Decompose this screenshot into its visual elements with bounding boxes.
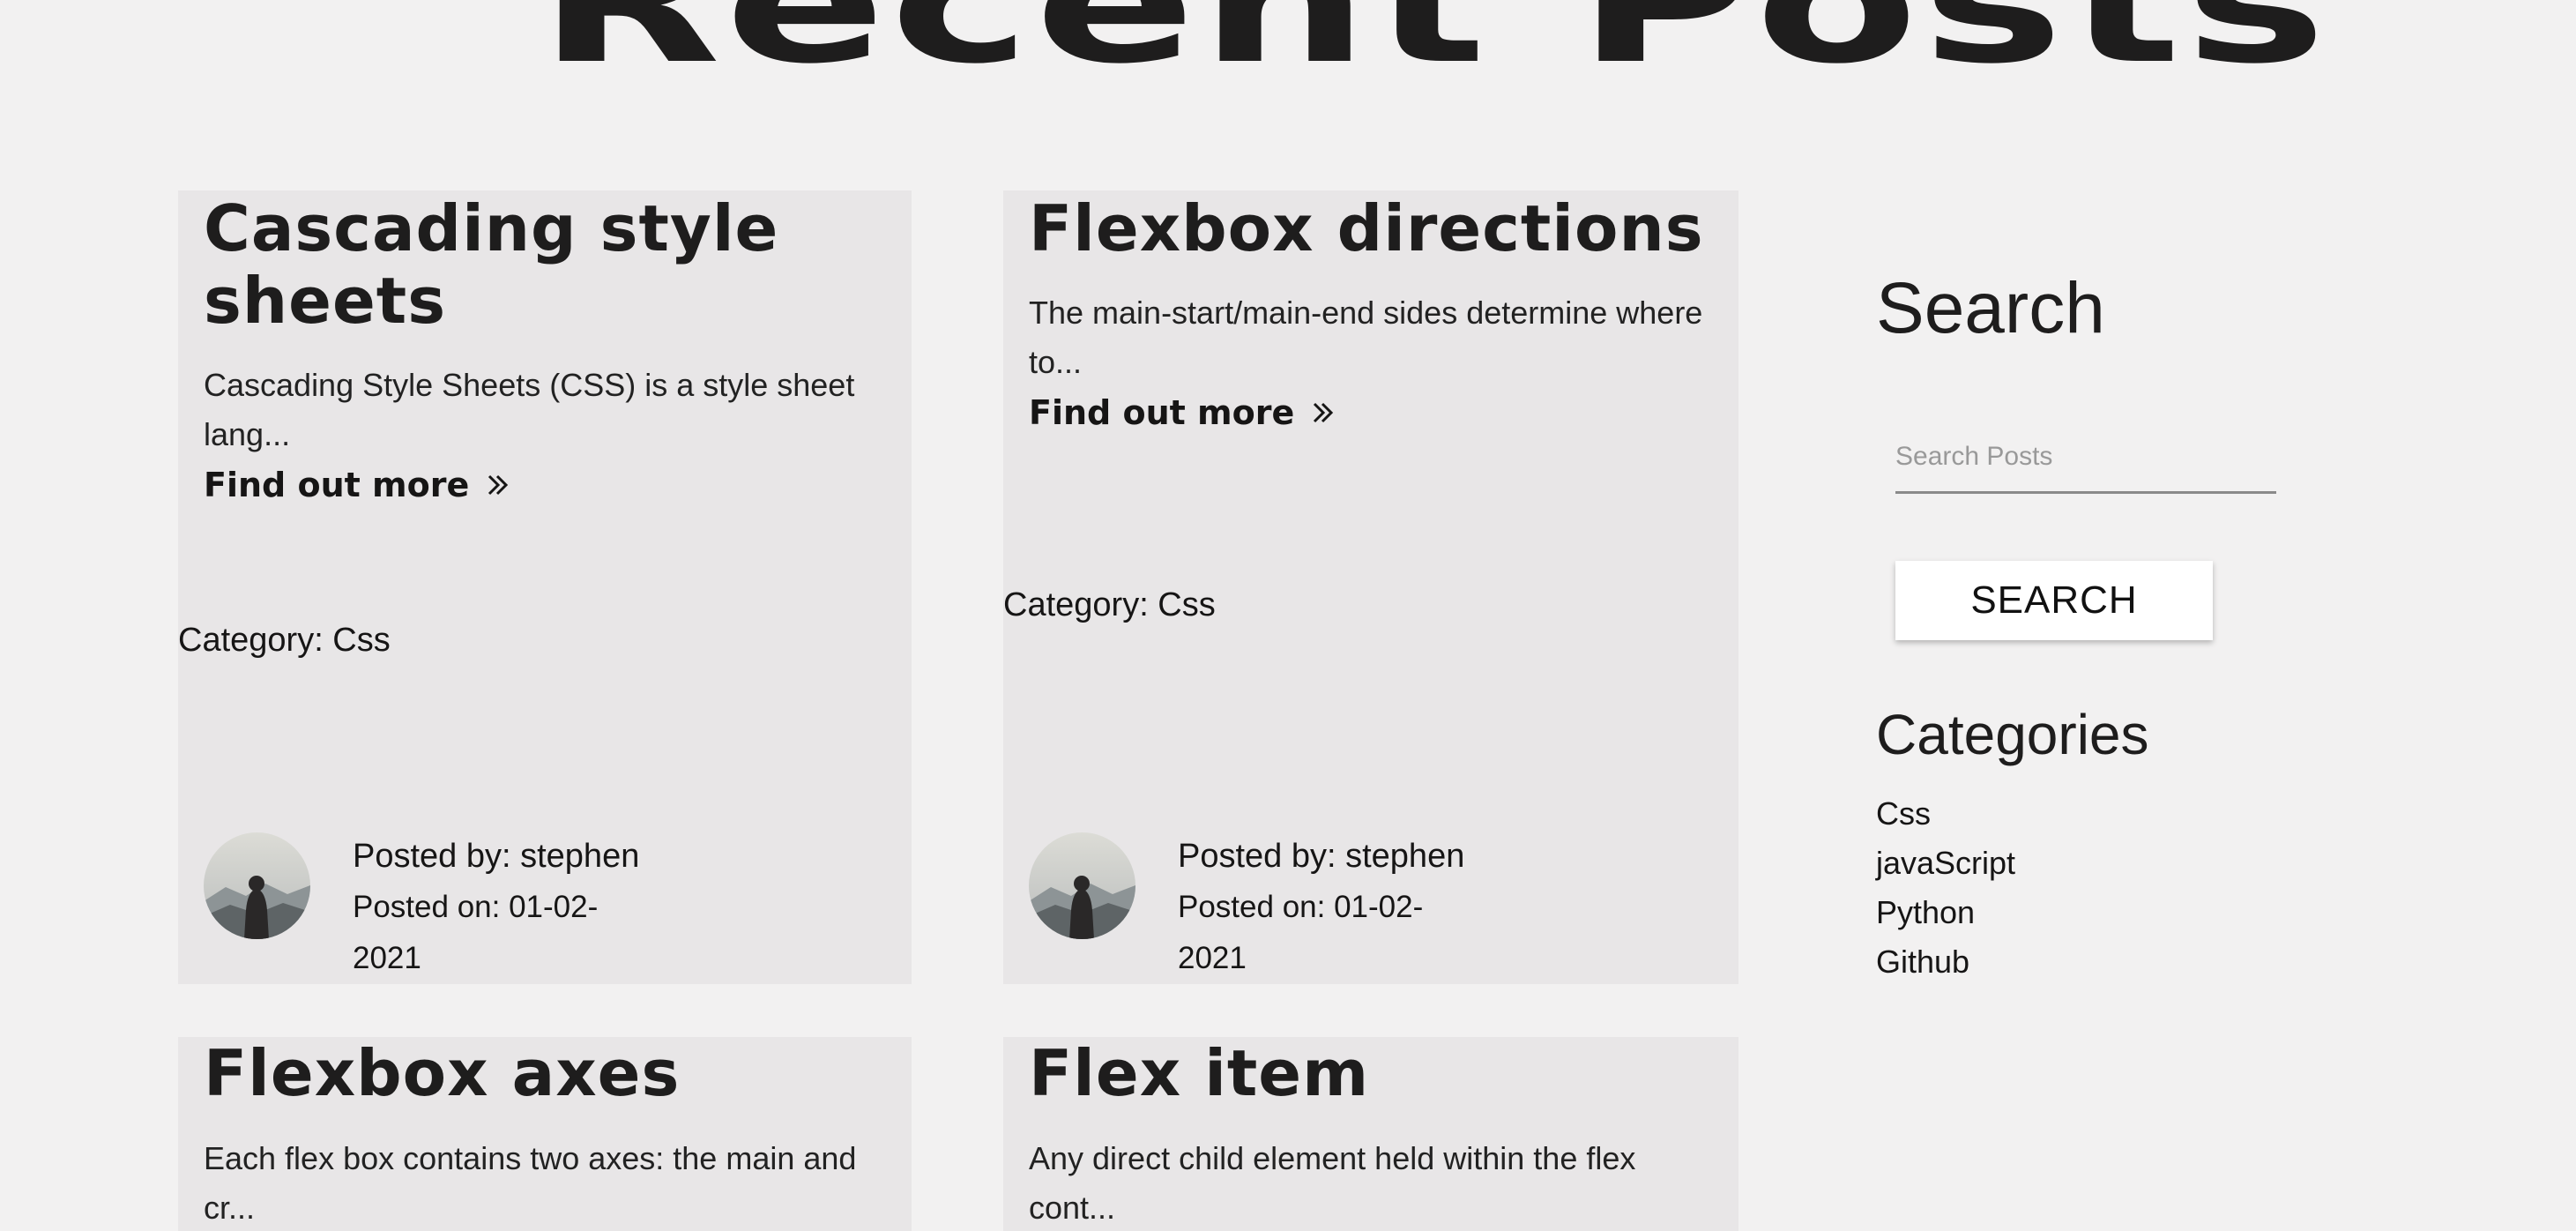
- category-item-python[interactable]: Python: [1876, 888, 2015, 937]
- find-out-more-link[interactable]: Find out more: [204, 460, 511, 510]
- search-heading: Search: [1876, 268, 2105, 348]
- posted-on: Posted on: 01-02-2021: [1178, 890, 1424, 975]
- post-excerpt: Cascading Style Sheets (CSS) is a style …: [204, 367, 855, 452]
- post-title[interactable]: Flexbox directions: [1029, 192, 1716, 265]
- hooded-figure-icon: [1029, 832, 1135, 939]
- find-out-more-label: Find out more: [204, 466, 470, 504]
- post-title[interactable]: Flex item: [1029, 1037, 1716, 1109]
- posted-by: Posted by: stephen: [353, 838, 640, 875]
- post-title[interactable]: Flexbox axes: [204, 1037, 891, 1109]
- posted-on: Posted on: 01-02-2021: [353, 890, 599, 975]
- search-input[interactable]: [1895, 422, 2276, 494]
- post-card: Cascading style sheets Cascading Style S…: [178, 190, 912, 984]
- find-out-more-label: Find out more: [1029, 393, 1295, 432]
- post-card: Flexbox directions The main-start/main-e…: [1003, 190, 1738, 984]
- hooded-figure-icon: [204, 832, 310, 939]
- post-title[interactable]: Cascading style sheets: [204, 192, 891, 337]
- post-meta: Posted by: stephen Posted on: 01-02-2021: [353, 831, 644, 984]
- post-excerpt: Any direct child element held within the…: [1029, 1140, 1636, 1226]
- category-item-css[interactable]: Css: [1876, 789, 2015, 839]
- post-excerpt: The main-start/main-end sides determine …: [1029, 295, 1703, 380]
- post-excerpt: Each flex box contains two axes: the mai…: [204, 1140, 857, 1226]
- author-avatar: [1029, 832, 1135, 939]
- post-card: Flex item Any direct child element held …: [1003, 1037, 1738, 1231]
- post-card: Flexbox axes Each flex box contains two …: [178, 1037, 912, 1231]
- categories-heading: Categories: [1876, 703, 2149, 766]
- double-chevron-right-icon: [1314, 402, 1334, 423]
- posted-by: Posted by: stephen: [1178, 838, 1465, 875]
- post-category: Category: Css: [1003, 586, 1216, 623]
- find-out-more-link[interactable]: Find out more: [1029, 388, 1336, 437]
- double-chevron-right-icon: [488, 474, 509, 496]
- search-button[interactable]: SEARCH: [1895, 561, 2213, 640]
- author-avatar: [204, 832, 310, 939]
- category-item-javascript[interactable]: javaScript: [1876, 839, 2015, 888]
- category-item-github[interactable]: Github: [1876, 937, 2015, 987]
- post-category: Category: Css: [178, 622, 391, 659]
- page-title: Recent Posts: [538, 0, 2331, 100]
- category-list: Css javaScript Python Github: [1876, 789, 2015, 987]
- post-meta: Posted by: stephen Posted on: 01-02-2021: [1178, 831, 1469, 984]
